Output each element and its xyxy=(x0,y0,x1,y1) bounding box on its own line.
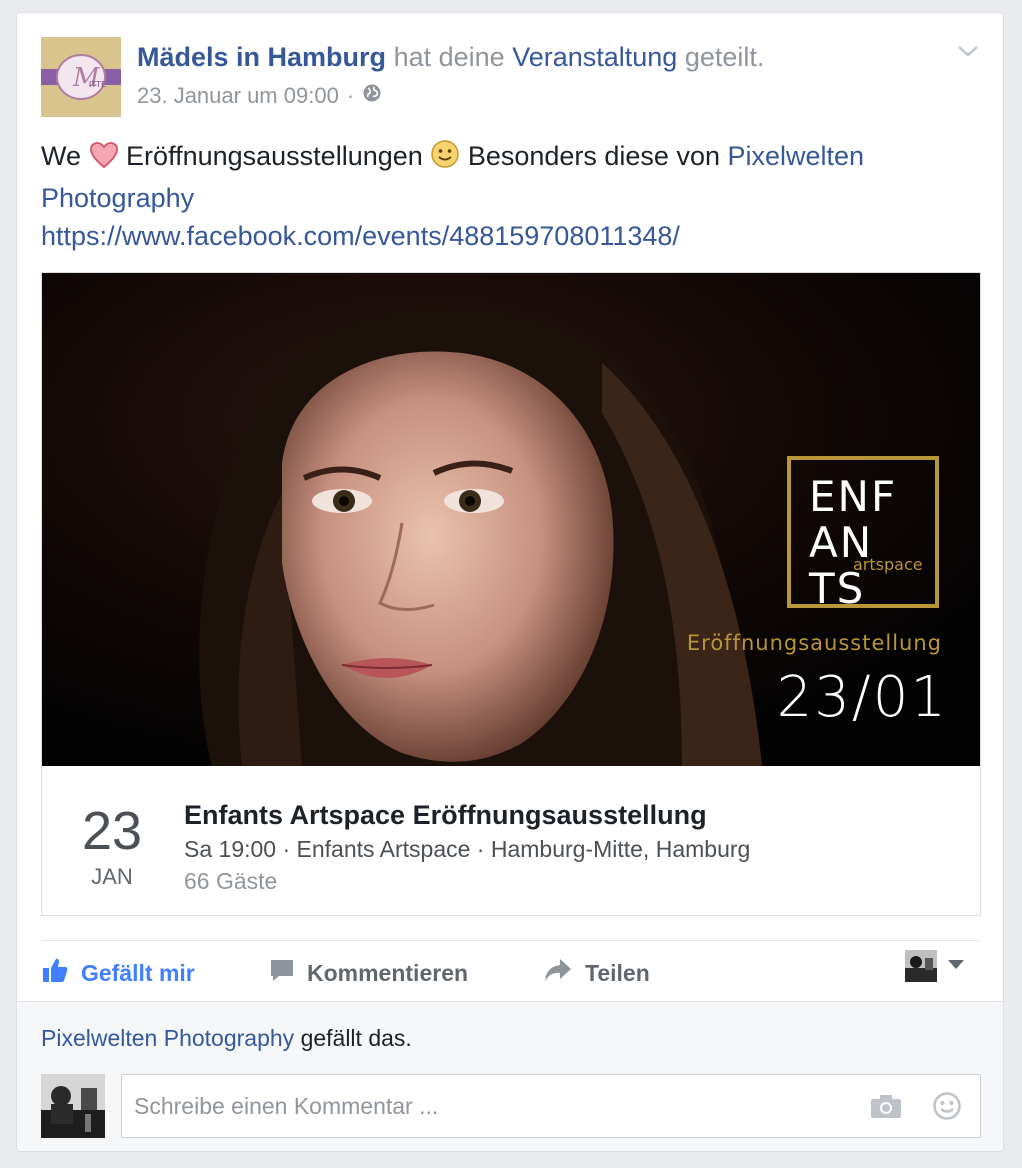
post-header: Mädels in Hamburg hat deine Veranstaltun… xyxy=(137,39,764,75)
event-info: Enfants Artspace Eröffnungsausstellung S… xyxy=(184,797,750,897)
event-attachment[interactable]: ENF AN TS artspace Eröffnungsausstellung… xyxy=(41,272,981,916)
event-url-link[interactable]: https://www.facebook.com/events/48815970… xyxy=(41,221,680,251)
avatar[interactable] xyxy=(41,1074,105,1138)
page-name-link[interactable]: Mädels in Hamburg xyxy=(137,42,386,72)
event-date: 23 JAN xyxy=(66,801,158,891)
divider xyxy=(41,940,981,941)
comment-box[interactable] xyxy=(121,1074,981,1138)
caret-down-icon xyxy=(947,957,965,975)
comment-label: Kommentieren xyxy=(307,959,469,986)
logo-text: ENF AN TS xyxy=(809,474,897,612)
page-avatar[interactable]: M ITTE xyxy=(41,37,121,117)
action-text: hat deine xyxy=(393,42,505,72)
avatar xyxy=(905,950,937,982)
like-button[interactable]: Gefällt mir xyxy=(41,957,195,989)
audience-selector[interactable] xyxy=(905,950,965,982)
event-month: JAN xyxy=(91,864,133,889)
likes-suffix: gefällt das. xyxy=(300,1025,412,1051)
globe-icon[interactable] xyxy=(362,81,382,111)
share-button[interactable]: Teilen xyxy=(543,957,650,989)
logo-sub: artspace xyxy=(853,555,923,574)
post-text-middle: Eröffnungsausstellungen xyxy=(126,141,423,171)
thumbs-up-icon xyxy=(41,956,69,990)
heart-icon xyxy=(89,141,119,179)
comment-button[interactable]: Kommentieren xyxy=(269,957,468,989)
post-text: We Eröffnungsausstellungen Besonders die… xyxy=(41,137,961,255)
event-guests[interactable]: 66 Gäste xyxy=(184,865,750,897)
camera-icon[interactable] xyxy=(870,1093,902,1124)
event-details: Sa 19:00 · Enfants Artspace · Hamburg-Mi… xyxy=(184,836,751,862)
action-suffix: geteilt. xyxy=(684,42,765,72)
smile-emoji-icon xyxy=(430,139,460,179)
cover-subtitle: Eröffnungsausstellung xyxy=(686,631,942,655)
liker-link[interactable]: Pixelwelten Photography xyxy=(41,1025,294,1051)
comment-input[interactable] xyxy=(134,1089,834,1123)
event-cover-image[interactable]: ENF AN TS artspace Eröffnungsausstellung… xyxy=(42,273,980,766)
post-card: M ITTE Mädels in Hamburg hat deine Veran… xyxy=(16,12,1004,1152)
likes-summary: Pixelwelten Photography gefällt das. xyxy=(41,1022,412,1054)
post-text-start: We xyxy=(41,141,82,171)
comment-icon xyxy=(269,957,295,989)
share-label: Teilen xyxy=(585,959,650,986)
meta-separator: · xyxy=(346,83,355,108)
event-day: 23 xyxy=(81,801,143,861)
event-title[interactable]: Enfants Artspace Eröffnungsausstellung xyxy=(184,797,750,833)
post-meta: 23. Januar um 09:00 · xyxy=(137,81,382,111)
timestamp-link[interactable]: 23. Januar um 09:00 xyxy=(137,81,339,111)
post-footer: Pixelwelten Photography gefällt das. xyxy=(17,1001,1003,1151)
svg-text:ITTE: ITTE xyxy=(89,80,106,89)
enfants-logo: ENF AN TS artspace xyxy=(787,456,939,612)
like-label: Gefällt mir xyxy=(81,959,195,986)
chevron-down-icon[interactable] xyxy=(955,41,981,61)
smiley-icon[interactable] xyxy=(932,1091,962,1126)
post-text-end: Besonders diese von xyxy=(467,141,720,171)
event-link[interactable]: Veranstaltung xyxy=(512,42,677,72)
share-icon xyxy=(543,957,573,989)
logo-line-1: ENF xyxy=(809,472,898,521)
cover-date: 23/01 xyxy=(776,665,948,730)
